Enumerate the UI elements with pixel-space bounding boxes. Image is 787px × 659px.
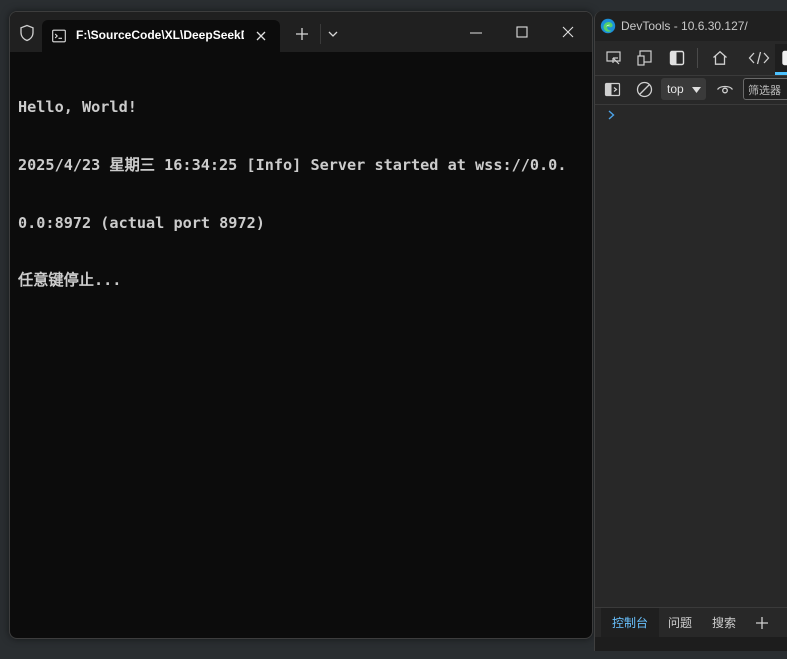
close-icon[interactable] — [254, 29, 268, 43]
devtools-main-toolbar — [595, 41, 787, 76]
console-output[interactable] — [595, 105, 787, 607]
minimize-icon[interactable] — [468, 26, 484, 40]
caret-down-icon — [692, 87, 701, 93]
plus-icon[interactable] — [755, 616, 769, 630]
sidebar-toggle-icon — [782, 50, 787, 66]
eye-icon[interactable] — [716, 81, 734, 98]
toolbar-separator — [697, 48, 698, 68]
output-line: 2025/4/23 星期三 16:34:25 [Info] Server sta… — [18, 156, 567, 174]
active-tab-indicator — [775, 72, 787, 75]
drawer-tab-search[interactable]: 搜索 — [705, 608, 743, 638]
plus-icon[interactable] — [295, 27, 309, 41]
terminal-tab[interactable]: F:\SourceCode\XL\DeepSeekD — [42, 20, 280, 52]
console-toolbar: top 筛选器 — [595, 76, 787, 105]
tab-separator — [320, 24, 321, 44]
drawer-tab-issues[interactable]: 问题 — [661, 608, 699, 638]
drawer-tabbar: 控制台 问题 搜索 — [595, 607, 787, 638]
chevron-right-icon — [608, 110, 615, 120]
devtools-bottom-edge — [595, 637, 787, 651]
close-icon[interactable] — [561, 25, 575, 39]
clear-console-icon[interactable] — [636, 81, 653, 98]
output-line: 任意键停止... — [18, 271, 122, 290]
dock-side-icon[interactable] — [668, 49, 686, 67]
sidebar-toggle-icon[interactable] — [604, 81, 621, 98]
devtools-window: DevTools - 10.6.30.127/ top 筛选器 控制台 问题 搜… — [594, 11, 787, 651]
filter-input[interactable]: 筛选器 — [743, 78, 787, 100]
terminal-window: F:\SourceCode\XL\DeepSeekD Hello, World!… — [9, 11, 593, 639]
devtools-titlebar: DevTools - 10.6.30.127/ — [595, 11, 787, 41]
code-icon[interactable] — [748, 49, 770, 67]
shield-icon[interactable] — [18, 24, 36, 42]
chevron-down-icon[interactable] — [327, 29, 339, 39]
terminal-output[interactable]: Hello, World! 2025/4/23 星期三 16:34:25 [In… — [18, 60, 584, 329]
devtools-title: DevTools - 10.6.30.127/ — [621, 19, 748, 33]
terminal-icon — [52, 29, 66, 43]
context-label: top — [667, 82, 684, 96]
terminal-titlebar: F:\SourceCode\XL\DeepSeekD — [10, 12, 592, 52]
context-selector[interactable]: top — [661, 78, 706, 100]
output-line: 0.0:8972 (actual port 8972) — [18, 213, 265, 232]
desktop: F:\SourceCode\XL\DeepSeekD Hello, World!… — [0, 0, 787, 659]
home-icon[interactable] — [711, 49, 729, 67]
maximize-icon[interactable] — [515, 25, 529, 39]
inspect-icon[interactable] — [605, 49, 623, 67]
tab-title: F:\SourceCode\XL\DeepSeekD — [76, 28, 244, 42]
filter-placeholder: 筛选器 — [748, 84, 781, 97]
drawer-tab-console[interactable]: 控制台 — [601, 608, 659, 638]
device-emulation-icon[interactable] — [636, 49, 654, 67]
output-line: Hello, World! — [18, 98, 137, 117]
edge-logo-icon — [600, 18, 616, 34]
